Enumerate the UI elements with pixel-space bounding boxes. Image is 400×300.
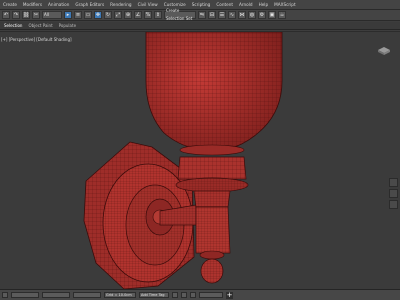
y-coordinate-field[interactable] (42, 292, 70, 298)
snap-icon[interactable]: ⊕ (124, 11, 132, 19)
add-time-tag-button[interactable]: Add Time Tag (139, 292, 169, 298)
material-editor-icon[interactable]: ◍ (248, 11, 256, 19)
viewcube-icon[interactable] (376, 46, 392, 56)
menu-arnold[interactable]: Arnold (236, 0, 256, 9)
ribbon-tabs: Selection Object Paint Populate (0, 22, 400, 30)
align-icon[interactable]: ⊟ (208, 11, 216, 19)
rect-select-icon[interactable]: ▭ (84, 11, 92, 19)
tab-selection[interactable]: Selection (4, 22, 22, 29)
menu-content[interactable]: Content (213, 0, 236, 9)
menu-civil-view[interactable]: Civil View (135, 0, 161, 9)
tab-populate[interactable]: Populate (59, 22, 76, 29)
perspective-viewport[interactable] (0, 31, 400, 290)
menu-modifiers[interactable]: Modifiers (20, 0, 45, 9)
orbit-icon[interactable] (389, 178, 398, 187)
spinner-snap-icon[interactable]: ⇕ (154, 11, 162, 19)
schematic-icon[interactable]: ⋈ (238, 11, 246, 19)
selection-filter-dropdown[interactable]: All (42, 11, 62, 19)
render-setup-icon[interactable]: ⚙ (258, 11, 266, 19)
curve-editor-icon[interactable]: ∿ (228, 11, 236, 19)
viewport-side-controls (389, 178, 399, 211)
x-coordinate-field[interactable] (11, 292, 39, 298)
zoom-icon[interactable] (389, 200, 398, 209)
lamp-shade (145, 32, 283, 156)
menu-bar: Create Modifiers Animation Graph Editors… (0, 0, 400, 10)
main-toolbar: ↶ ↷ ⛓ ✂ All ▸ ≡ ▭ ✥ ↻ ⤢ ⊕ ∠ % ⇕ Create S… (0, 8, 400, 21)
tab-object-paint[interactable]: Object Paint (28, 22, 52, 29)
rotate-icon[interactable]: ↻ (104, 11, 112, 19)
key-mode-icon[interactable] (172, 292, 178, 298)
wireframe-model (83, 32, 283, 290)
frame-field[interactable] (199, 292, 223, 298)
named-selection-set-input[interactable]: Create Selection Set (164, 8, 196, 21)
render-icon[interactable]: ☕ (278, 11, 286, 19)
pan-icon[interactable] (389, 189, 398, 198)
percent-snap-icon[interactable]: % (144, 11, 152, 19)
unlink-icon[interactable]: ✂ (32, 11, 40, 19)
play-icon[interactable] (181, 292, 187, 298)
menu-maxscript[interactable]: MAXScript (271, 0, 299, 9)
layer-icon[interactable]: ☰ (218, 11, 226, 19)
scale-icon[interactable]: ⤢ (114, 11, 122, 19)
undo-icon[interactable]: ↶ (2, 11, 10, 19)
3dsmax-window: Create Modifiers Animation Graph Editors… (0, 0, 400, 300)
select-by-name-icon[interactable]: ≡ (74, 11, 82, 19)
menu-graph-editors[interactable]: Graph Editors (72, 0, 107, 9)
z-coordinate-field[interactable] (73, 292, 101, 298)
next-frame-icon[interactable] (190, 292, 196, 298)
menu-help[interactable]: Help (256, 0, 272, 9)
render-frame-icon[interactable]: ▣ (268, 11, 276, 19)
grid-size-readout: Grid = 10.0cm (104, 292, 136, 298)
angle-snap-icon[interactable]: ∠ (134, 11, 142, 19)
status-bar: Grid = 10.0cm Add Time Tag + (0, 289, 400, 300)
maximize-viewport-icon[interactable]: + (226, 291, 233, 299)
menu-rendering[interactable]: Rendering (107, 0, 134, 9)
menu-create[interactable]: Create (0, 0, 20, 9)
move-icon[interactable]: ✥ (94, 11, 102, 19)
redo-icon[interactable]: ↷ (12, 11, 20, 19)
viewport-label[interactable]: [+] [Perspective] [Default Shading] (1, 37, 72, 42)
select-object-icon[interactable]: ▸ (64, 11, 72, 19)
link-icon[interactable]: ⛓ (22, 11, 30, 19)
mirror-icon[interactable]: ⇋ (198, 11, 206, 19)
menu-animation[interactable]: Animation (45, 0, 72, 9)
lock-selection-icon[interactable] (2, 292, 8, 298)
